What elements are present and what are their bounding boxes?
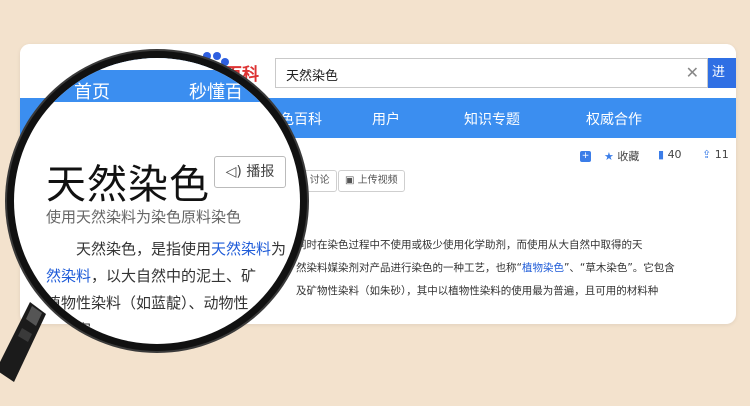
like-button[interactable]: ▮ 40 — [658, 148, 682, 161]
clear-icon[interactable]: ✕ — [686, 63, 699, 82]
nav-item-topics[interactable]: 知识专题 — [464, 109, 520, 129]
video-icon: ▣ — [345, 175, 355, 186]
lens-nav: 首页 秒懂百 — [14, 58, 300, 103]
link-plant-dye[interactable]: 植物染色 — [522, 262, 564, 274]
lens-nav-home: 首页 — [74, 82, 110, 103]
page-title: 天然染色 — [46, 162, 210, 208]
collect-button[interactable]: ★ 收藏 — [604, 148, 639, 164]
thumb-up-icon: ▮ — [658, 148, 665, 161]
article-body: 同时在染色过程中不使用或极少使用化学助剂，而使用从大自然中取得的天 然染料媒染剂… — [296, 239, 675, 297]
edit-icon[interactable]: + — [580, 148, 591, 162]
share-button[interactable]: ⇪ 11 — [702, 148, 729, 161]
lens-nav-video: 秒懂百 — [189, 82, 243, 103]
upload-video-button[interactable]: ▣ 上传视频 — [338, 170, 405, 192]
page-subtitle: 使用天然染料为染色原料染色 — [46, 208, 242, 226]
share-icon: ⇪ — [702, 148, 712, 161]
nav-item-cooperation[interactable]: 权威合作 — [586, 109, 642, 129]
star-icon: ★ — [604, 150, 614, 163]
search-box[interactable]: ✕ — [275, 58, 708, 88]
search-input[interactable] — [284, 64, 668, 84]
search-button[interactable]: 进 — [708, 58, 736, 88]
link-natural-dye[interactable]: 天然染料 — [211, 240, 271, 258]
nav-item-users[interactable]: 用户 — [372, 109, 400, 129]
speaker-icon: ◁) — [225, 164, 242, 180]
lens-article-text: 天然染色，是指使用天然染料为 然染料，以大自然中的泥土、矿 植物性染料（如蓝靛）… — [46, 240, 287, 339]
magnifier-handle — [0, 302, 46, 382]
magnifier-lens: 首页 秒懂百 天然染色 ◁) 播报 使用天然染料为染色原料染色 天然染色，是指使… — [14, 58, 300, 344]
play-audio-button[interactable]: ◁) 播报 — [214, 156, 286, 188]
